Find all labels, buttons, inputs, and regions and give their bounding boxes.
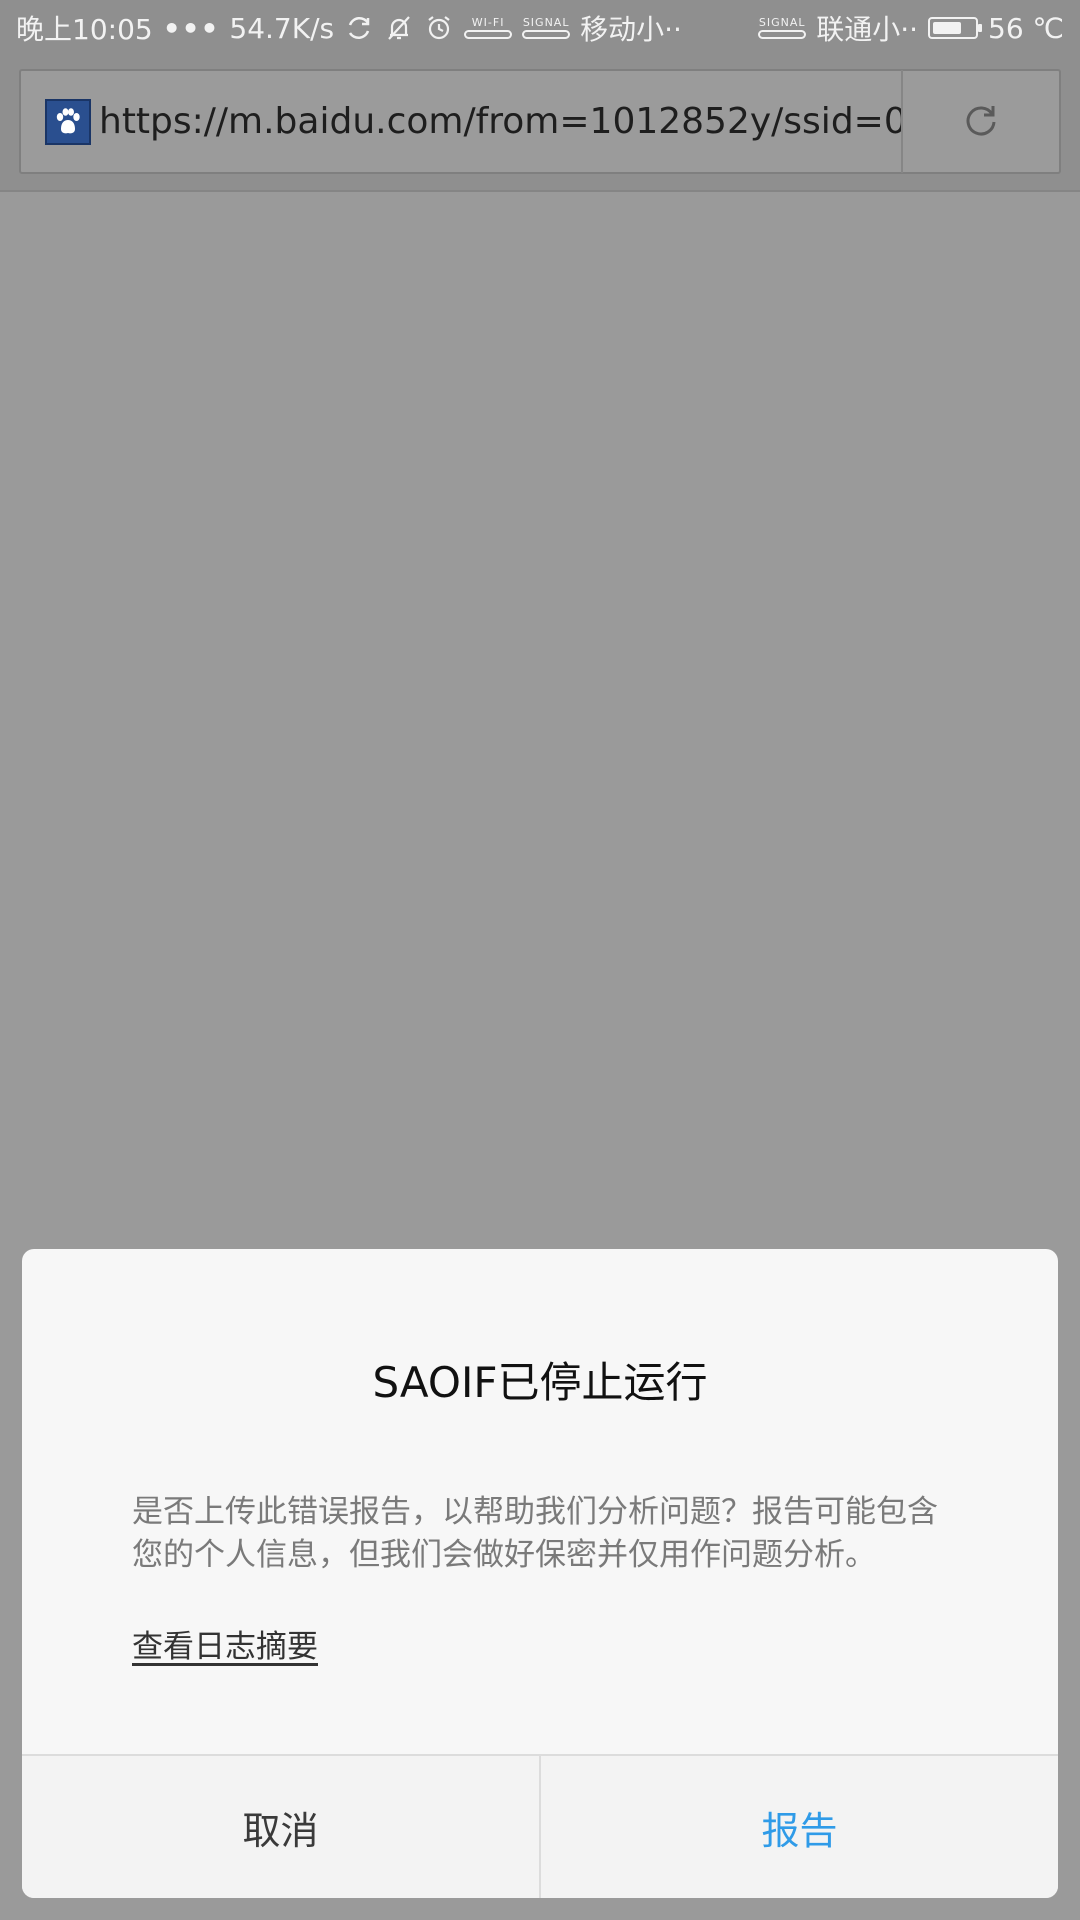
report-button[interactable]: 报告 xyxy=(541,1756,1058,1898)
status-bar-left: 晚上10:05 ••• 54.7K/s WI-FI SIGNAL 移动小·· xyxy=(16,8,682,48)
battery-fill xyxy=(933,22,962,34)
clock: 晚上10:05 xyxy=(16,13,153,46)
temperature: 56 ℃ xyxy=(988,11,1064,45)
view-log-summary-link[interactable]: 查看日志摘要 xyxy=(132,1621,318,1666)
address-bar[interactable]: https://m.baidu.com/from=1012852y/ssid=0… xyxy=(19,69,1061,174)
url-text[interactable]: https://m.baidu.com/from=1012852y/ssid=0… xyxy=(99,101,901,142)
signal-label: SIGNAL xyxy=(758,16,806,29)
status-bar: 晚上10:05 ••• 54.7K/s WI-FI SIGNAL 移动小·· S… xyxy=(0,0,1080,56)
signal-bars xyxy=(522,30,571,39)
more-notifications-icon: ••• xyxy=(162,11,220,45)
signal-icon: SIGNAL xyxy=(522,16,571,39)
mute-bell-icon xyxy=(384,13,414,43)
sync-icon xyxy=(344,13,374,43)
alarm-icon xyxy=(424,13,454,43)
dialog-message: 是否上传此错误报告，以帮助我们分析问题？报告可能包含您的个人信息，但我们会做好保… xyxy=(132,1494,938,1573)
signal-icon: SIGNAL xyxy=(758,16,807,39)
signal-bars xyxy=(758,30,807,39)
baidu-paw-icon xyxy=(45,98,91,145)
network-speed: 54.7K/s xyxy=(229,11,335,45)
carrier-name: 联通小·· xyxy=(816,13,919,46)
signal-label: SIGNAL xyxy=(522,16,570,29)
battery-icon xyxy=(928,17,983,39)
browser-toolbar: https://m.baidu.com/from=1012852y/ssid=0… xyxy=(0,56,1080,192)
dialog-button-row: 取消 报告 xyxy=(22,1754,1058,1898)
cancel-button[interactable]: 取消 xyxy=(22,1756,541,1898)
wifi-bars xyxy=(464,30,513,39)
app-crash-dialog: SAOIF已停止运行 是否上传此错误报告，以帮助我们分析问题？报告可能包含您的个… xyxy=(22,1249,1058,1898)
status-bar-right: SIGNAL 联通小·· 56 ℃ xyxy=(758,8,1064,48)
wifi-label: WI-FI xyxy=(471,16,505,29)
refresh-icon xyxy=(959,98,1003,146)
refresh-button[interactable] xyxy=(903,71,1059,172)
dialog-title: SAOIF已停止运行 xyxy=(372,1358,708,1407)
wifi-icon: WI-FI xyxy=(464,16,513,39)
carrier-name: 移动小·· xyxy=(580,13,682,46)
